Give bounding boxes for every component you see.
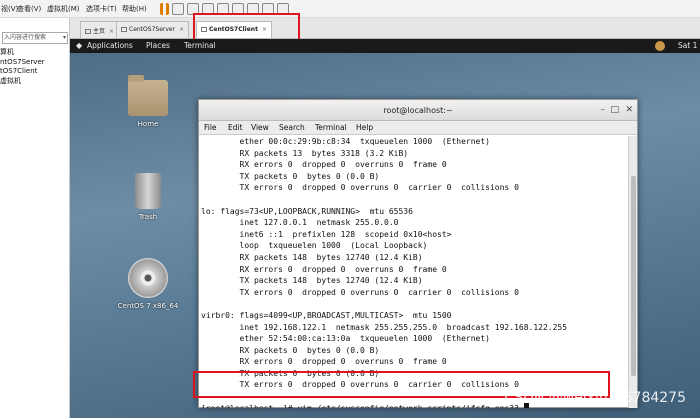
menu-item-vm[interactable]: 虚拟机(M): [47, 4, 80, 14]
terminal-titlebar[interactable]: root@localhost:~ – □ ✕: [199, 100, 637, 121]
terminal-line: RX packets 13 bytes 3318 (3.2 KiB): [201, 148, 409, 158]
menu-item-tabs[interactable]: 选项卡(T): [86, 4, 117, 14]
terminal-menu-terminal[interactable]: Terminal: [315, 123, 347, 132]
tree-item-computer[interactable]: 算机: [0, 48, 45, 58]
snapshot-icon[interactable]: [172, 3, 184, 15]
desktop-icon-home[interactable]: Home: [118, 75, 178, 128]
terminal-line: RX errors 0 dropped 0 overruns 0 frame 0: [201, 160, 447, 170]
home-label: Home: [137, 120, 159, 128]
home-icon: [85, 29, 91, 34]
terminal-line: ether 52:54:00:ca:13:0a txqueuelen 1000 …: [201, 334, 490, 344]
terminal-menu-search[interactable]: Search: [279, 123, 305, 132]
view-icon[interactable]: [232, 3, 244, 15]
user-icon[interactable]: [655, 41, 665, 51]
search-input[interactable]: 入内容进行搜索 ▾: [2, 32, 68, 44]
search-placeholder: 入内容进行搜索: [4, 34, 47, 41]
terminal-line: TX packets 0 bytes 0 (0.0 B): [201, 171, 380, 181]
vmware-menubar: 视(V) 查看(V) 虚拟机(M) 选项卡(T) 帮助(H): [0, 0, 700, 18]
apps-icon: ◆: [76, 41, 83, 50]
disc-label: CentOS 7 x86_64: [117, 302, 179, 310]
terminal-scrollbar[interactable]: [628, 136, 637, 408]
terminal-line: TX errors 0 dropped 0 overruns 0 carrier…: [201, 183, 519, 193]
terminal-line: TX packets 0 bytes 0 (0.0 B): [201, 368, 380, 378]
tab-home[interactable]: 主页 ×: [80, 21, 120, 38]
vm-tree: 算机 ntOS7Server tOS7Client 虚拟机: [0, 48, 45, 86]
menu-item-help[interactable]: 帮助(H): [122, 4, 147, 14]
terminal-line: virbr0: flags=4099<UP,BROADCAST,MULTICAS…: [201, 310, 452, 320]
close-icon[interactable]: ✕: [625, 104, 633, 116]
terminal-line: RX errors 0 dropped 0 overruns 0 frame 0: [201, 357, 447, 367]
vm-icon: [121, 27, 127, 32]
clock-icon[interactable]: [187, 3, 199, 15]
terminal-line: inet 192.168.122.1 netmask 255.255.255.0…: [201, 322, 568, 332]
maximize-icon[interactable]: □: [610, 104, 619, 116]
places-menu[interactable]: Places: [146, 41, 170, 50]
tab-bar: 主页 × CentOS7Server × CentOS7Client ×: [70, 18, 700, 39]
watermark: CSDN @weixin_45784275: [504, 390, 686, 406]
terminal-line: inet 127.0.0.1 netmask 255.0.0.0: [201, 218, 399, 228]
chevron-down-icon[interactable]: ▾: [63, 33, 66, 43]
unity-icon[interactable]: [247, 3, 259, 15]
terminal-line: loop txqueuelen 1000 (Local Loopback): [201, 241, 428, 251]
gnome-top-bar: ◆ Applications Places Terminal Sat 1: [70, 39, 700, 53]
restore-icon[interactable]: [202, 3, 214, 15]
menu-item-view2[interactable]: 查看(V): [17, 4, 41, 14]
terminal-line: inet6 ::1 prefixlen 128 scopeid 0x10<hos…: [201, 229, 452, 239]
pause-icon[interactable]: [160, 3, 169, 15]
fullscreen-icon[interactable]: [277, 3, 289, 15]
close-icon[interactable]: ×: [179, 26, 184, 33]
disc-icon: [128, 258, 168, 298]
toolbar: [160, 0, 289, 18]
library-sidebar: 入内容进行搜索 ▾ 算机 ntOS7Server tOS7Client 虚拟机: [0, 18, 70, 418]
applications-menu[interactable]: Applications: [87, 41, 133, 50]
folder-icon: [128, 75, 168, 116]
terminal-window[interactable]: root@localhost:~ – □ ✕ File Edit View Se…: [198, 99, 638, 408]
terminal-menu-help[interactable]: Help: [356, 123, 373, 132]
desktop-icon-trash[interactable]: Trash: [118, 173, 178, 221]
terminal-output[interactable]: ether 00:0c:29:9b:c8:34 txqueuelen 1000 …: [199, 136, 629, 408]
tab-centos7client[interactable]: CentOS7Client ×: [196, 21, 272, 38]
desktop-icon-disc[interactable]: CentOS 7 x86_64: [112, 258, 184, 310]
trash-icon: [135, 173, 161, 209]
terminal-menu-view[interactable]: View: [251, 123, 269, 132]
terminal-line: ether 00:0c:29:9b:c8:34 txqueuelen 1000 …: [201, 137, 490, 146]
terminal-title: root@localhost:~: [383, 106, 453, 115]
tree-item-server[interactable]: ntOS7Server: [0, 58, 45, 68]
console-icon[interactable]: [262, 3, 274, 15]
tree-item-client[interactable]: tOS7Client: [0, 67, 45, 77]
tab-centos7server[interactable]: CentOS7Server ×: [116, 21, 190, 38]
terminal-line: lo: flags=73<UP,LOOPBACK,RUNNING> mtu 65…: [201, 206, 413, 216]
terminal-line: TX packets 148 bytes 12740 (12.4 KiB): [201, 276, 423, 286]
terminal-menubar: File Edit View Search Terminal Help: [199, 121, 637, 135]
clock[interactable]: Sat 1: [678, 41, 697, 50]
scrollbar-thumb[interactable]: [631, 176, 636, 376]
terminal-line: TX errors 0 dropped 0 overruns 0 carrier…: [201, 287, 519, 297]
terminal-line: RX errors 0 dropped 0 overruns 0 frame 0: [201, 264, 447, 274]
close-icon[interactable]: ×: [262, 26, 267, 33]
tree-item-vm[interactable]: 虚拟机: [0, 77, 45, 87]
terminal-line: RX packets 148 bytes 12740 (12.4 KiB): [201, 252, 423, 262]
tab-home-label: 主页: [93, 28, 106, 35]
tab-server-label: CentOS7Server: [129, 26, 176, 33]
minimize-icon[interactable]: –: [601, 104, 606, 116]
close-icon[interactable]: ×: [109, 28, 114, 35]
terminal-menu[interactable]: Terminal: [184, 41, 216, 50]
manage-icon[interactable]: [217, 3, 229, 15]
vm-icon: [201, 27, 207, 32]
menu-item-view[interactable]: 视(V): [1, 4, 18, 14]
tab-client-label: CentOS7Client: [209, 26, 258, 33]
trash-label: Trash: [138, 213, 158, 221]
terminal-menu-file[interactable]: File: [204, 123, 217, 132]
terminal-prompt: [root@localhost ~]# vim /etc/sysconfig/n…: [201, 404, 524, 408]
terminal-menu-edit[interactable]: Edit: [228, 123, 243, 132]
terminal-line: RX packets 0 bytes 0 (0.0 B): [201, 345, 380, 355]
